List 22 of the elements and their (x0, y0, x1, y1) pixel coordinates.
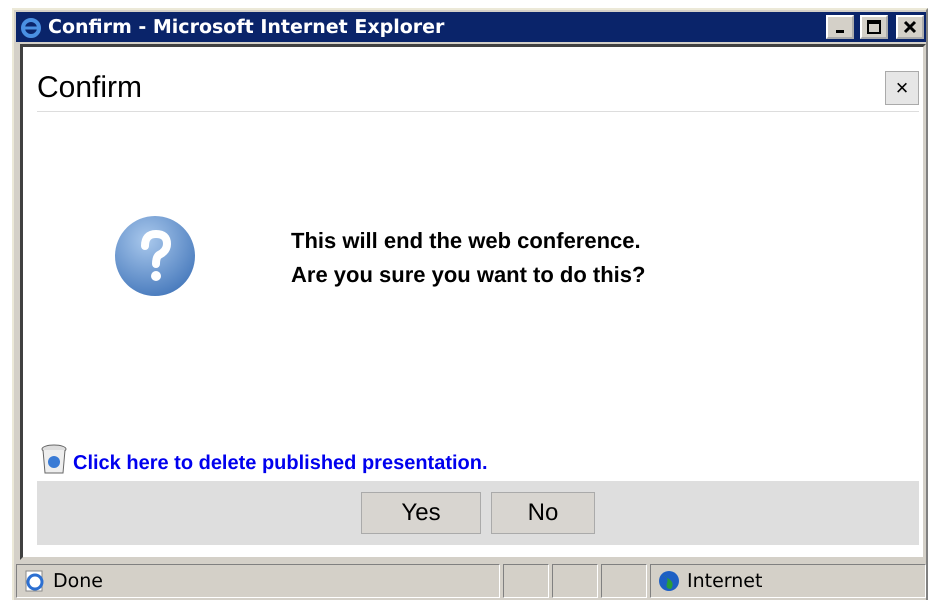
delete-presentation-link[interactable]: Click here to delete published presentation. (73, 452, 488, 475)
close-button[interactable] (896, 15, 924, 39)
zone-text: Internet (687, 570, 762, 592)
trash-icon (39, 443, 69, 475)
dialog-title: Confirm (37, 71, 142, 105)
browser-icon (20, 16, 42, 38)
message-text: Are you sure you want to do this? (291, 260, 646, 289)
status-pane (601, 564, 647, 598)
globe-icon (657, 569, 681, 593)
minimize-icon (836, 30, 844, 32)
status-pane (552, 564, 598, 598)
maximize-button[interactable] (860, 15, 888, 39)
status-pane (503, 564, 549, 598)
no-button[interactable]: No (491, 492, 595, 534)
message-text: This will end the web conference. (291, 226, 642, 254)
status-text: Done (53, 570, 103, 592)
window-title: Confirm - Microsoft Internet Explorer (48, 16, 446, 38)
close-icon (903, 20, 917, 34)
close-button[interactable]: × (885, 71, 919, 105)
yes-button[interactable]: Yes (361, 492, 481, 534)
minimize-button[interactable] (826, 15, 854, 39)
maximize-icon (867, 20, 881, 34)
